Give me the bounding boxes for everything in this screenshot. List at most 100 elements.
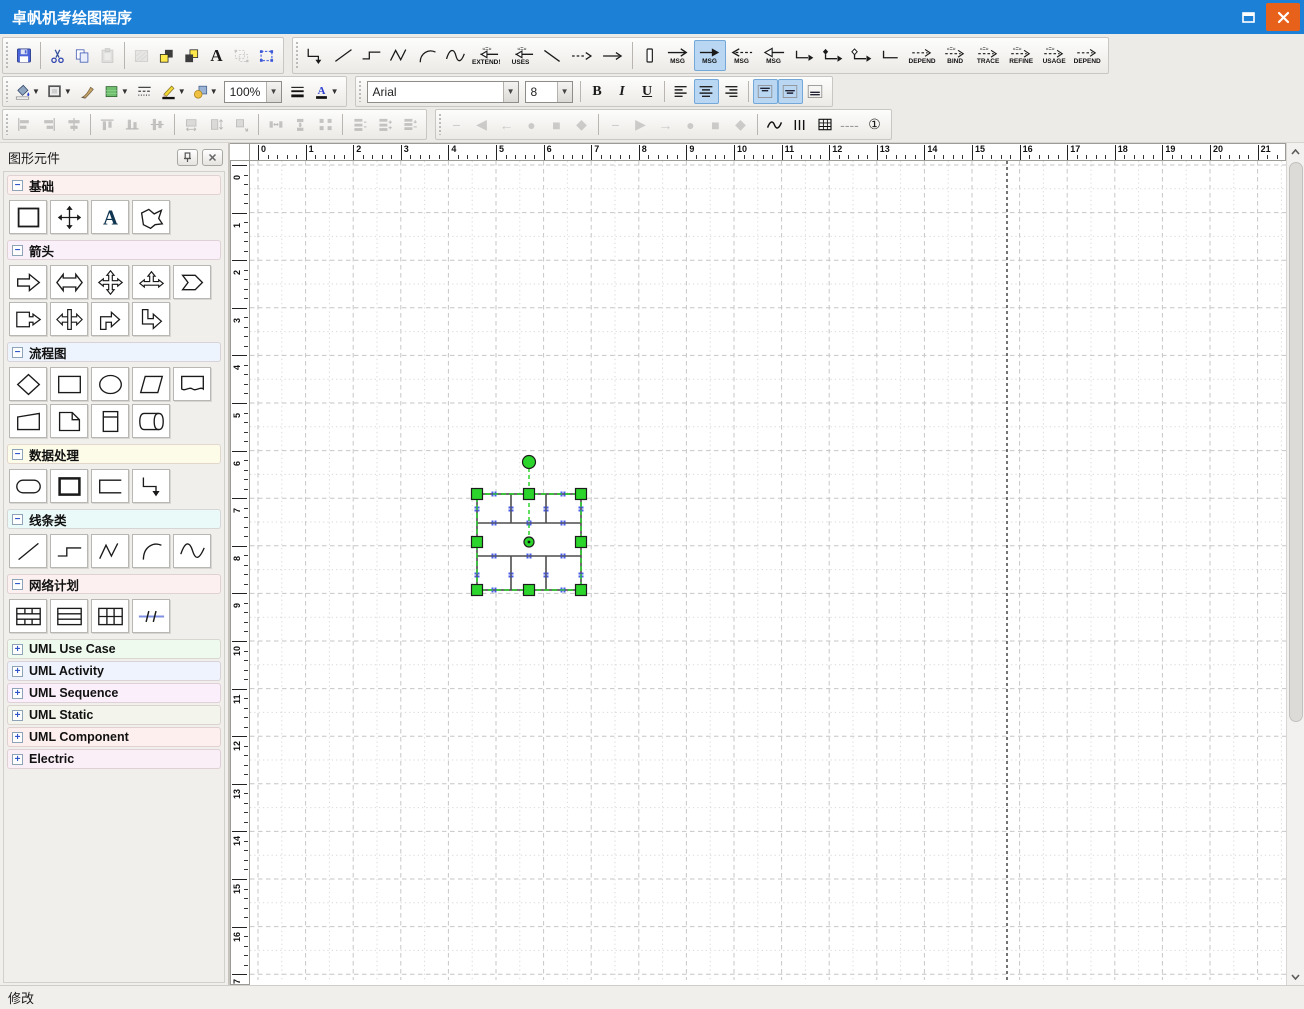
cut-button[interactable]: [45, 43, 70, 68]
fill-color-button[interactable]: ▼: [11, 79, 43, 104]
bold-button[interactable]: B: [585, 79, 610, 104]
shape-item-dp-open-rect[interactable]: [91, 469, 129, 503]
underline-button[interactable]: U: [635, 79, 660, 104]
shape-item-fc-ellipse[interactable]: [91, 367, 129, 401]
shape-item-dp-stadium[interactable]: [9, 469, 47, 503]
dashed-arrow-tool[interactable]: [566, 43, 597, 68]
shape-item-ln-curve[interactable]: [173, 534, 211, 568]
chevron-down-icon[interactable]: ▼: [331, 87, 339, 96]
shape-item-dp-rect-bold[interactable]: [50, 469, 88, 503]
shape-item-arrow-chevron[interactable]: [173, 265, 211, 299]
section-header-uml-static[interactable]: +UML Static: [7, 705, 221, 725]
expand-icon[interactable]: +: [12, 688, 23, 699]
uml-msg-async-tool[interactable]: MSG: [758, 40, 790, 71]
shape-item-arrow-lr[interactable]: [50, 265, 88, 299]
align-right-button[interactable]: [719, 79, 744, 104]
valign-top-button[interactable]: [753, 79, 778, 104]
expand-icon[interactable]: +: [12, 666, 23, 677]
chevron-down-icon[interactable]: ▼: [503, 82, 518, 102]
scrollbar-thumb[interactable]: [1289, 162, 1303, 722]
section-header-网络计划[interactable]: −网络计划: [7, 574, 221, 594]
chevron-down-icon[interactable]: ▼: [557, 82, 572, 102]
uml-msg-filled-tool[interactable]: MSG: [694, 40, 726, 71]
shape-item-rect[interactable]: [9, 200, 47, 234]
expand-icon[interactable]: +: [12, 710, 23, 721]
shape-item-freeform[interactable]: [132, 200, 170, 234]
section-header-数据处理[interactable]: −数据处理: [7, 444, 221, 464]
show-grid-button[interactable]: [812, 112, 837, 137]
bring-to-front-button[interactable]: [154, 43, 179, 68]
shape-item-arrow-corner-up[interactable]: [91, 302, 129, 336]
shape-item-fc-manual[interactable]: [9, 404, 47, 438]
section-header-electric[interactable]: +Electric: [7, 749, 221, 769]
shape-item-net-table-a[interactable]: [9, 599, 47, 633]
section-header-基础[interactable]: −基础: [7, 175, 221, 195]
shape-item-net-table-b[interactable]: [50, 599, 88, 633]
uml-msg-tool[interactable]: MSG: [662, 40, 694, 71]
collapse-icon[interactable]: −: [12, 514, 23, 525]
chevron-down-icon[interactable]: ▼: [266, 82, 281, 102]
shape-item-ln-arc[interactable]: [132, 534, 170, 568]
italic-button[interactable]: I: [610, 79, 635, 104]
shape-item-arrow-lr-bar[interactable]: [50, 302, 88, 336]
chevron-down-icon[interactable]: ▼: [178, 87, 186, 96]
shape-item-fc-drum[interactable]: [132, 404, 170, 438]
shape-item-net-grid[interactable]: [91, 599, 129, 633]
shape-item-ln-line[interactable]: [9, 534, 47, 568]
chevron-down-icon[interactable]: ▼: [121, 87, 129, 96]
section-header-uml-sequence[interactable]: +UML Sequence: [7, 683, 221, 703]
smooth-line-button[interactable]: [762, 112, 787, 137]
curve-tool[interactable]: [441, 43, 469, 68]
drawing-canvas[interactable]: [250, 161, 1286, 985]
vertical-scrollbar[interactable]: [1286, 143, 1304, 985]
arc-tool[interactable]: [413, 43, 441, 68]
uml-lifeline-tool[interactable]: [637, 43, 662, 68]
font-family-combo[interactable]: Arial▼: [367, 81, 519, 103]
close-button[interactable]: [1266, 3, 1300, 31]
scroll-up-button[interactable]: [1287, 143, 1304, 160]
shape-item-fc-parallelogram[interactable]: [132, 367, 170, 401]
align-center-button[interactable]: [694, 79, 719, 104]
scroll-down-button[interactable]: [1287, 968, 1304, 985]
shape-item-ln-step[interactable]: [50, 534, 88, 568]
collapse-icon[interactable]: −: [12, 245, 23, 256]
line-color-button[interactable]: ▼: [43, 79, 75, 104]
uml-refine-tool[interactable]: «=»REFINE: [1005, 40, 1038, 71]
zigzag-tool[interactable]: [385, 43, 413, 68]
shape-item-dp-elbow[interactable]: [132, 469, 170, 503]
shape-item-move[interactable]: [50, 200, 88, 234]
collapse-icon[interactable]: −: [12, 180, 23, 191]
elbow-connector-tool[interactable]: [301, 43, 329, 68]
palette-close-button[interactable]: [202, 149, 223, 166]
uml-extend-tool[interactable]: «=»EXTEND!: [469, 40, 504, 71]
line-width-button[interactable]: [285, 79, 310, 104]
shape-item-text[interactable]: A: [91, 200, 129, 234]
shape-item-fc-page[interactable]: [50, 404, 88, 438]
uml-depend2-tool[interactable]: DEPEND: [1071, 40, 1104, 71]
section-header-线条类[interactable]: −线条类: [7, 509, 221, 529]
zoom-combo[interactable]: 100%▼: [224, 81, 282, 103]
shape-item-fc-predefined[interactable]: [91, 404, 129, 438]
shape-item-arrow-3way[interactable]: [132, 265, 170, 299]
shape-item-fc-diamond[interactable]: [9, 367, 47, 401]
elbow-plain-tool[interactable]: [877, 43, 906, 68]
font-size-combo[interactable]: 8▼: [525, 81, 573, 103]
collapse-icon[interactable]: −: [12, 579, 23, 590]
section-header-uml-activity[interactable]: +UML Activity: [7, 661, 221, 681]
pen-color-button[interactable]: ▼: [157, 79, 189, 104]
text-button[interactable]: A: [204, 43, 229, 68]
shadow-button[interactable]: ▼: [189, 79, 221, 104]
fill-pattern-button[interactable]: ▼: [100, 79, 132, 104]
shape-item-net-link[interactable]: [132, 599, 170, 633]
chevron-down-icon[interactable]: ▼: [64, 87, 72, 96]
association-line-tool[interactable]: [538, 43, 566, 68]
chevron-down-icon[interactable]: ▼: [210, 87, 218, 96]
arrow-tool[interactable]: [597, 43, 628, 68]
select-button[interactable]: [254, 43, 279, 68]
section-header-流程图[interactable]: −流程图: [7, 342, 221, 362]
valign-bottom-button[interactable]: [803, 79, 828, 104]
copy-button[interactable]: [70, 43, 95, 68]
expand-icon[interactable]: +: [12, 644, 23, 655]
save-button[interactable]: [11, 43, 36, 68]
chevron-down-icon[interactable]: ▼: [32, 87, 40, 96]
